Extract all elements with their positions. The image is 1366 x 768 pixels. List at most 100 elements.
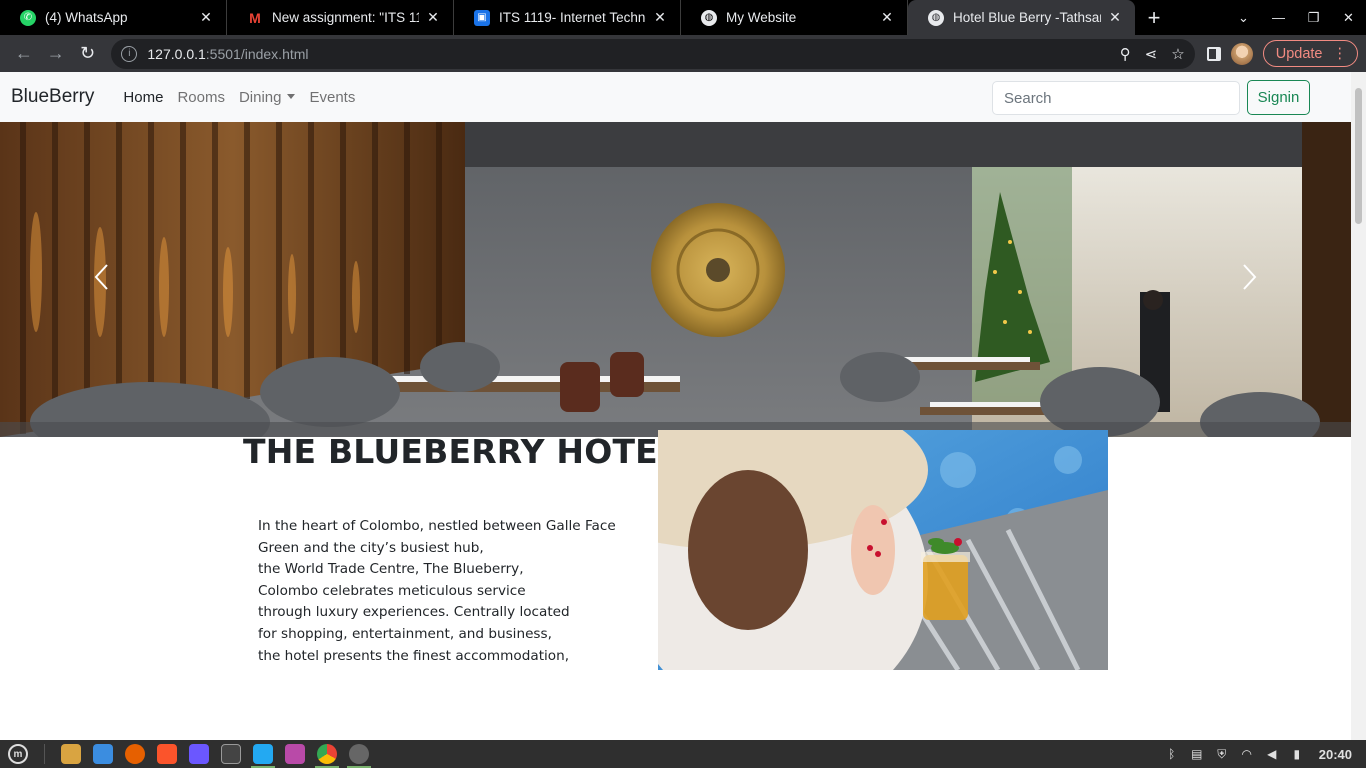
start-menu-button[interactable]: m <box>4 740 32 768</box>
site-brand[interactable]: BlueBerry <box>11 86 94 108</box>
taskbar-app[interactable] <box>247 740 279 768</box>
page-viewport: BlueBerry Home Rooms Dining Events Signi… <box>0 72 1366 740</box>
obs-icon <box>349 744 369 764</box>
dropdown-caret-icon <box>287 93 296 99</box>
description-line: through luxury experiences. Centrally lo… <box>258 604 570 621</box>
close-icon[interactable]: ✕ <box>1107 9 1123 26</box>
clock[interactable]: 20:40 <box>1319 747 1352 762</box>
taskbar-app[interactable] <box>215 740 247 768</box>
nav-home[interactable]: Home <box>116 89 170 106</box>
hero-carousel <box>0 122 1351 437</box>
restaurant-interior-image <box>0 122 1351 437</box>
minimize-icon[interactable]: — <box>1261 0 1296 35</box>
url-path: :5501/index.html <box>205 45 309 62</box>
files-icon <box>285 744 305 764</box>
zoom-icon[interactable]: ⚲ <box>1120 45 1131 63</box>
bluetooth-icon[interactable]: ᛒ <box>1165 747 1179 761</box>
tab-my-website[interactable]: ◍ My Website ✕ <box>681 0 908 35</box>
chrome-icon <box>317 744 337 764</box>
tab-gmail[interactable]: M New assignment: "ITS 1119- ✕ <box>227 0 454 35</box>
taskbar-app[interactable] <box>119 740 151 768</box>
description-line: Green and the city’s busiest hub, <box>258 539 484 556</box>
carousel-prev-button[interactable] <box>82 252 122 302</box>
hotel-poolside-image <box>658 430 1108 670</box>
description-line: In the heart of Colombo, nestled between… <box>258 518 616 534</box>
tab-title: My Website <box>726 10 797 25</box>
globe-icon: ◍ <box>928 9 944 26</box>
tab-title: ITS 1119- Internet Technolog <box>499 10 646 25</box>
taskbar-app[interactable] <box>55 740 87 768</box>
url-host: 127.0.0.1 <box>147 45 206 62</box>
side-panel-icon[interactable] <box>1206 46 1221 61</box>
update-button[interactable]: Update ⋮ <box>1262 40 1358 67</box>
profile-avatar[interactable] <box>1230 42 1253 65</box>
tab-title: Hotel Blue Berry -Tathsarani <box>953 10 1101 25</box>
scrollbar-thumb[interactable] <box>1355 88 1362 224</box>
new-tab-button[interactable]: + <box>1135 0 1173 35</box>
shield-icon[interactable]: ⛨ <box>1215 747 1229 761</box>
close-icon[interactable]: ✕ <box>652 9 668 26</box>
bookmark-star-icon[interactable]: ☆ <box>1171 45 1184 63</box>
taskbar-app[interactable] <box>183 740 215 768</box>
address-bar[interactable]: i 127.0.0.1:5501/index.html ⚲ ⋖ ☆ <box>111 38 1195 69</box>
info-icon[interactable]: i <box>121 45 138 62</box>
nav-events[interactable]: Events <box>302 89 362 106</box>
brave-icon <box>157 744 177 764</box>
hotel-title: THE BLUEBERRY HOTEL <box>243 432 680 471</box>
close-icon[interactable]: ✕ <box>198 9 214 26</box>
update-label: Update <box>1275 45 1323 62</box>
nav-dining[interactable]: Dining <box>232 89 303 106</box>
chevron-right-icon <box>1243 264 1257 290</box>
taskbar-app[interactable] <box>151 740 183 768</box>
close-window-icon[interactable]: ✕ <box>1331 0 1366 35</box>
tab-title: (4) WhatsApp <box>45 10 128 25</box>
gmail-icon: M <box>249 9 261 26</box>
description-line: for shopping, entertainment, and busines… <box>258 625 552 642</box>
wifi-icon[interactable]: ◠ <box>1240 747 1254 761</box>
share-icon[interactable]: ⋖ <box>1145 45 1158 63</box>
site-navbar: BlueBerry Home Rooms Dining Events Signi… <box>0 72 1351 122</box>
browser-toolbar: ← → ↻ i 127.0.0.1:5501/index.html ⚲ ⋖ ☆ … <box>0 35 1366 72</box>
carousel-next-button[interactable] <box>1229 252 1269 302</box>
taskbar-app[interactable] <box>279 740 311 768</box>
close-icon[interactable]: ✕ <box>425 9 441 26</box>
nav-dining-label: Dining <box>238 88 282 106</box>
description-line: the hotel presents the finest accommodat… <box>258 647 570 664</box>
close-icon[interactable]: ✕ <box>879 9 895 26</box>
clipboard-icon[interactable]: ▤ <box>1190 747 1204 761</box>
back-icon[interactable]: ← <box>8 38 40 70</box>
tab-classroom[interactable]: ▣ ITS 1119- Internet Technolog ✕ <box>454 0 681 35</box>
tab-search-chevron-icon[interactable]: ⌄ <box>1226 0 1261 35</box>
mint-logo-icon: m <box>8 744 28 764</box>
battery-icon[interactable]: ▮ <box>1290 747 1304 761</box>
whatsapp-icon: ✆ <box>20 9 36 26</box>
firefox-icon <box>125 744 145 764</box>
description-line: Colombo celebrates meticulous service <box>258 582 526 599</box>
tab-title: New assignment: "ITS 1119- <box>272 10 419 25</box>
forward-icon[interactable]: → <box>40 38 72 70</box>
taskbar-app[interactable] <box>343 740 375 768</box>
terminal-icon <box>221 744 241 764</box>
search-input[interactable] <box>992 81 1240 115</box>
reload-icon[interactable]: ↻ <box>72 38 104 70</box>
description-line: the World Trade Centre, The Blueberry, <box>258 561 524 578</box>
volume-icon[interactable]: ◀ <box>1265 747 1279 761</box>
maximize-icon[interactable]: ❐ <box>1296 0 1331 35</box>
system-tray: ᛒ ▤ ⛨ ◠ ◀ ▮ 20:40 <box>1165 747 1366 762</box>
page-scrollbar[interactable] <box>1351 72 1366 740</box>
intellij-icon <box>189 744 209 764</box>
taskbar-app[interactable] <box>311 740 343 768</box>
nemo-folder-icon <box>61 744 81 764</box>
tab-hotel-blueberry[interactable]: ◍ Hotel Blue Berry -Tathsarani ✕ <box>908 0 1135 35</box>
hotel-description: In the heart of Colombo, nestled between… <box>258 516 618 667</box>
globe-icon: ◍ <box>701 9 717 26</box>
nav-rooms[interactable]: Rooms <box>170 89 232 106</box>
kebab-menu-icon: ⋮ <box>1332 45 1347 62</box>
vscode-icon <box>253 744 273 764</box>
os-taskbar: m ᛒ ▤ ⛨ ◠ ◀ ▮ 20:40 <box>0 740 1366 768</box>
tab-whatsapp[interactable]: ✆ (4) WhatsApp ✕ <box>0 0 227 35</box>
taskbar-app[interactable] <box>87 740 119 768</box>
browser-tab-strip: ✆ (4) WhatsApp ✕ M New assignment: "ITS … <box>0 0 1366 35</box>
signin-button[interactable]: Signin <box>1247 80 1310 115</box>
chevron-left-icon <box>94 264 108 290</box>
